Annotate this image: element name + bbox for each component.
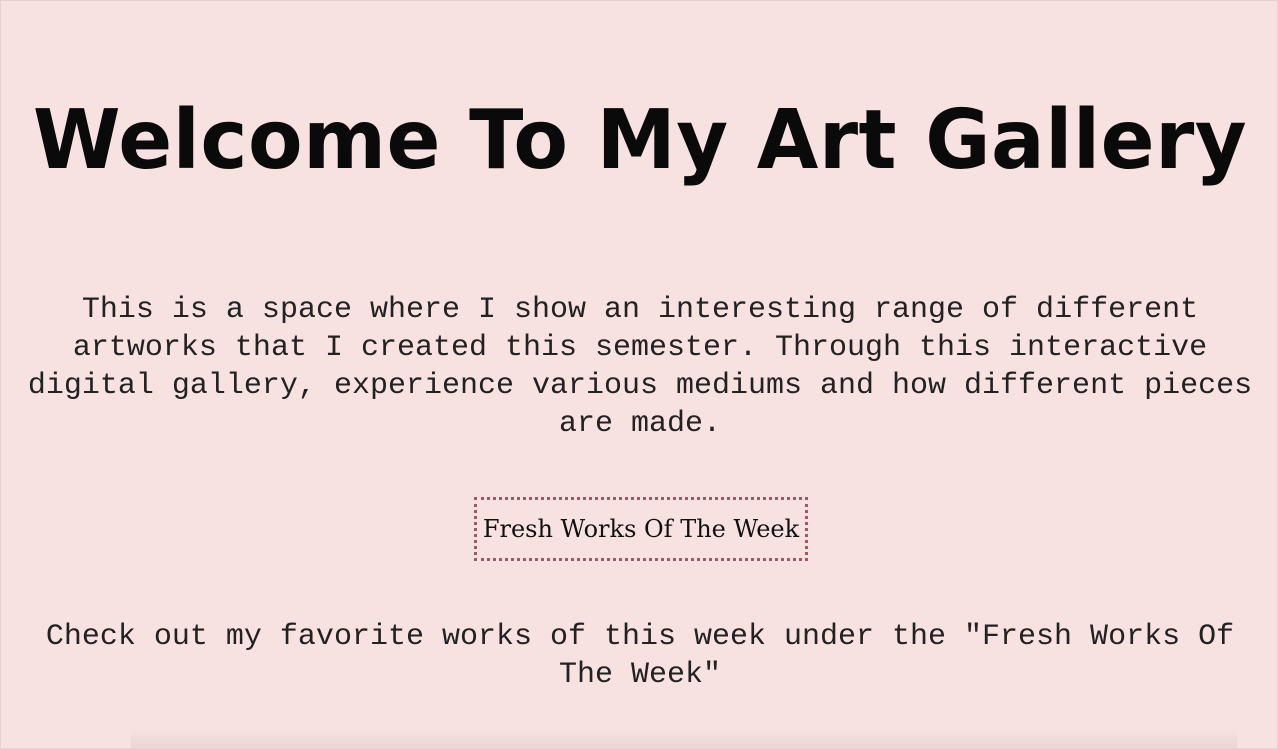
page-title: Welcome To My Art Gallery (32, 93, 1248, 188)
bottom-shadow (131, 730, 1237, 748)
page: Welcome To My Art Gallery This is a spac… (0, 0, 1278, 749)
fresh-works-button[interactable]: Fresh Works Of The Week (474, 497, 808, 561)
intro-paragraph: This is a space where I show an interest… (27, 293, 1253, 441)
outro-paragraph: Check out my favorite works of this week… (45, 620, 1235, 692)
